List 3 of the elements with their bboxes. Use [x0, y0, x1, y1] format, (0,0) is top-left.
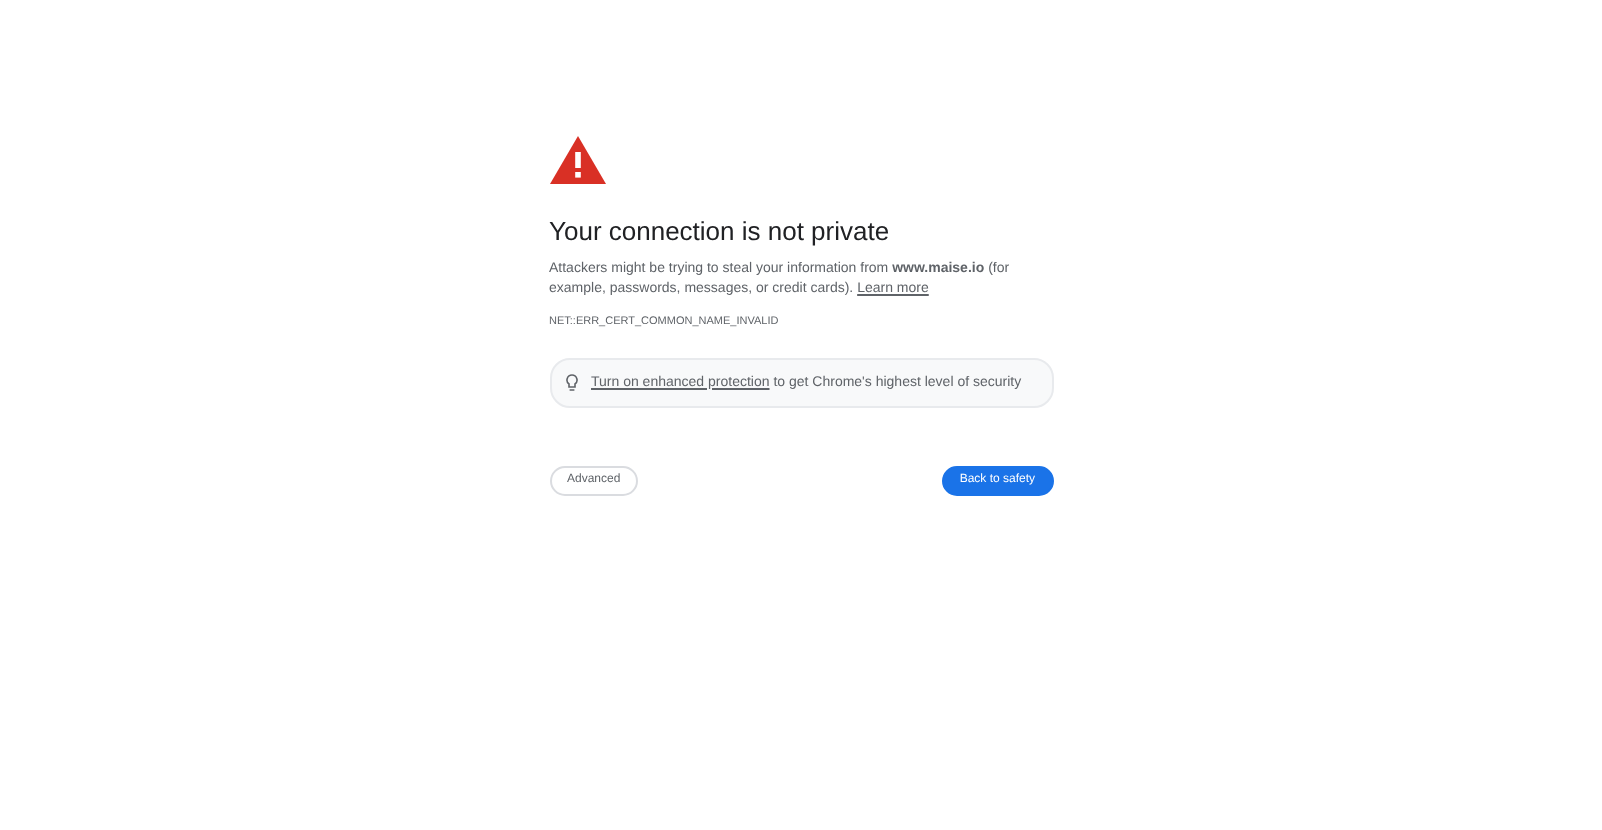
lightbulb-icon [565, 374, 577, 393]
warning-icon [549, 136, 605, 184]
page-title: Your connection is not private [549, 216, 892, 248]
